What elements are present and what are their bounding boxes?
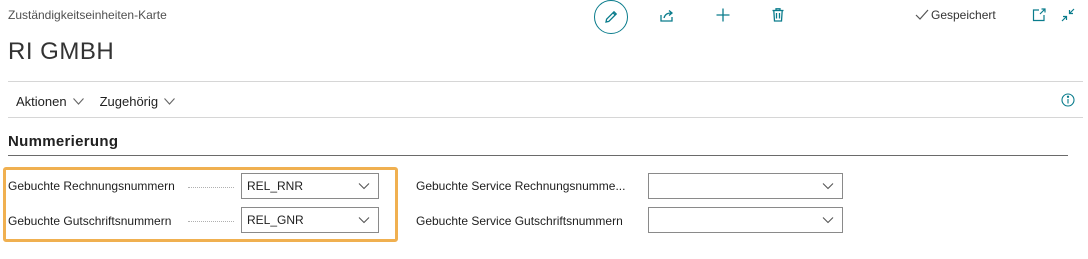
info-button[interactable] — [1060, 92, 1076, 108]
chevron-down-icon — [358, 217, 370, 224]
field-label-rechnungsnummern: Gebuchte Rechnungsnummern — [8, 179, 175, 193]
collapse-button[interactable] — [1059, 6, 1077, 24]
open-new-window-icon — [1032, 8, 1046, 22]
info-icon — [1061, 93, 1075, 107]
share-icon — [660, 10, 674, 22]
section-title[interactable]: Nummerierung — [8, 133, 118, 150]
menu-zugehoerig[interactable]: Zugehörig — [92, 94, 184, 109]
checkmark-icon — [915, 9, 929, 20]
gutschriftsnummern-select[interactable]: REL_GNR — [241, 207, 379, 233]
collapse-icon — [1061, 8, 1075, 22]
actionbar-divider — [8, 117, 1083, 118]
chevron-down-icon — [164, 97, 176, 105]
service-rechnungsnummern-select[interactable] — [648, 173, 843, 199]
service-gutschriftsnummern-select[interactable] — [648, 207, 843, 233]
menu-aktionen-label: Aktionen — [16, 93, 67, 109]
breadcrumb: Zuständigkeitseinheiten-Karte — [8, 8, 167, 22]
field-label-gutschriftsnummern: Gebuchte Gutschriftsnummern — [8, 214, 172, 228]
rechnungsnummern-value: REL_RNR — [247, 179, 304, 193]
section-divider — [8, 155, 1068, 156]
share-button[interactable] — [657, 6, 677, 26]
page-title: RI GMBH — [8, 38, 115, 65]
gutschriftsnummern-value: REL_GNR — [247, 213, 304, 227]
delete-button[interactable] — [768, 5, 788, 25]
field-dots — [188, 187, 234, 188]
chevron-down-icon — [822, 183, 834, 190]
chevron-down-icon — [822, 217, 834, 224]
chevron-down-icon — [358, 183, 370, 190]
field-label-service-rechnungsnummern: Gebuchte Service Rechnungsnumme... — [416, 179, 626, 193]
header-divider — [8, 81, 1083, 82]
field-label-service-gutschriftsnummern: Gebuchte Service Gutschriftsnummern — [416, 214, 623, 228]
new-button[interactable] — [713, 5, 733, 25]
saved-status: Gespeichert — [915, 8, 996, 22]
open-new-window-button[interactable] — [1030, 6, 1048, 24]
menu-zugehoerig-label: Zugehörig — [99, 93, 159, 109]
saved-label: Gespeichert — [931, 8, 996, 22]
page: Zuständigkeitseinheiten-Karte RI GMBH Ge… — [0, 0, 1088, 259]
action-bar: Aktionen Zugehörig — [8, 89, 1083, 113]
field-dots — [188, 221, 234, 222]
menu-aktionen[interactable]: Aktionen — [8, 94, 92, 109]
trash-icon — [772, 8, 784, 22]
rechnungsnummern-select[interactable]: REL_RNR — [241, 173, 379, 199]
edit-button[interactable] — [594, 0, 628, 34]
chevron-down-icon — [72, 97, 84, 105]
plus-icon — [716, 8, 730, 22]
edit-icon — [605, 10, 618, 23]
